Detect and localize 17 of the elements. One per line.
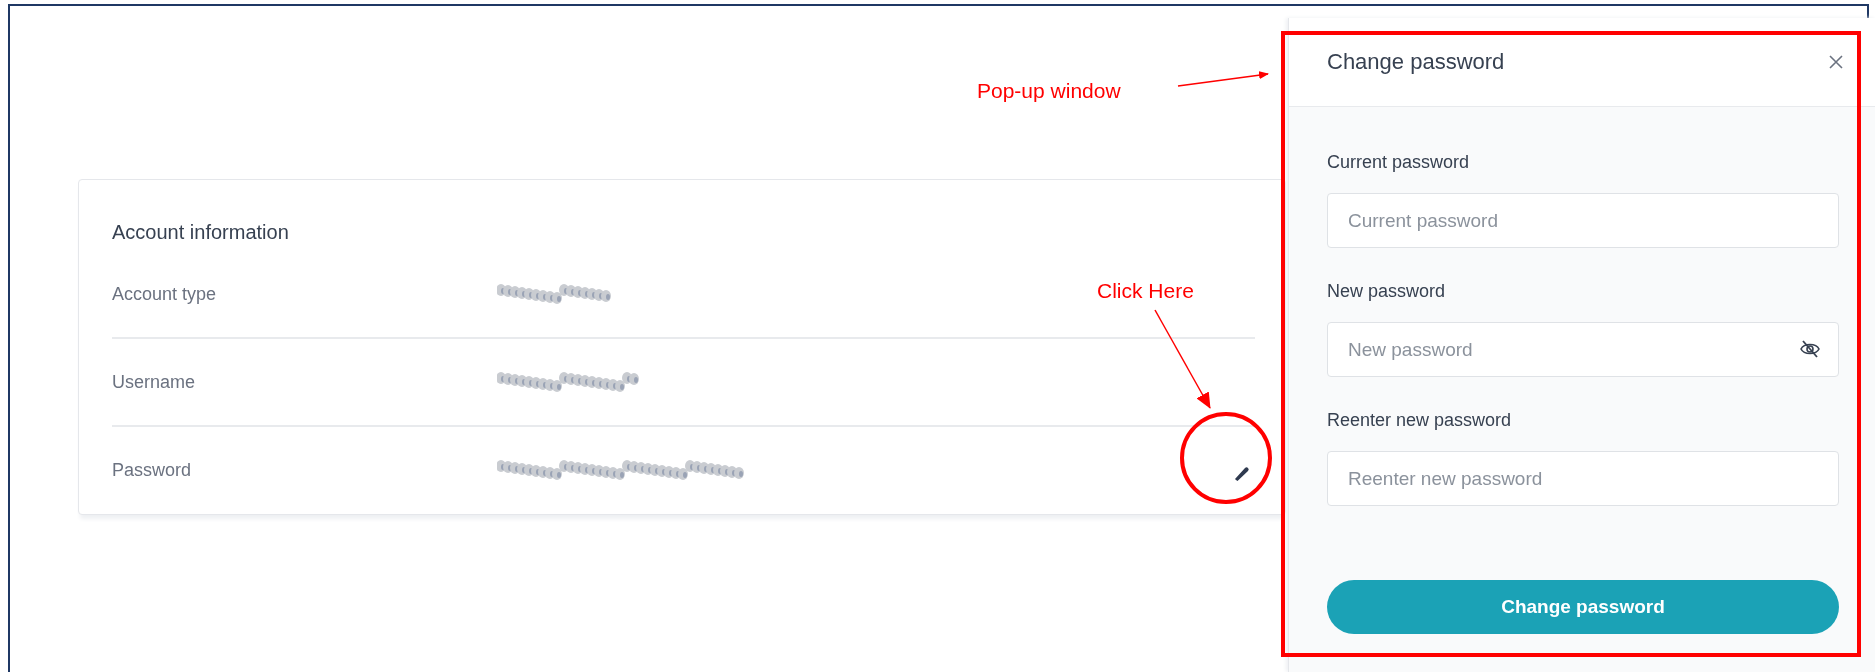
- field-label: Password: [112, 459, 193, 481]
- annotation-label: Click Here: [1097, 279, 1194, 303]
- pencil-icon[interactable]: [1233, 464, 1251, 482]
- annotation-label: Pop-up window: [977, 79, 1121, 103]
- card-title: Account information: [112, 220, 289, 244]
- field-label: Current password: [1327, 151, 1470, 173]
- dialog-title: Change password: [1327, 49, 1506, 75]
- eye-slash-icon[interactable]: [1799, 339, 1821, 359]
- password-field[interactable]: New password: [1327, 322, 1839, 377]
- close-icon[interactable]: [1828, 54, 1844, 70]
- field-label: Account type: [112, 283, 218, 305]
- change-password-button[interactable]: Change password: [1327, 580, 1839, 634]
- field-label: Reenter new password: [1327, 409, 1512, 431]
- field-label: Username: [112, 371, 197, 393]
- password-field[interactable]: Reenter new password: [1327, 451, 1839, 506]
- password-field[interactable]: Current password: [1327, 193, 1839, 248]
- field-label: New password: [1327, 280, 1446, 302]
